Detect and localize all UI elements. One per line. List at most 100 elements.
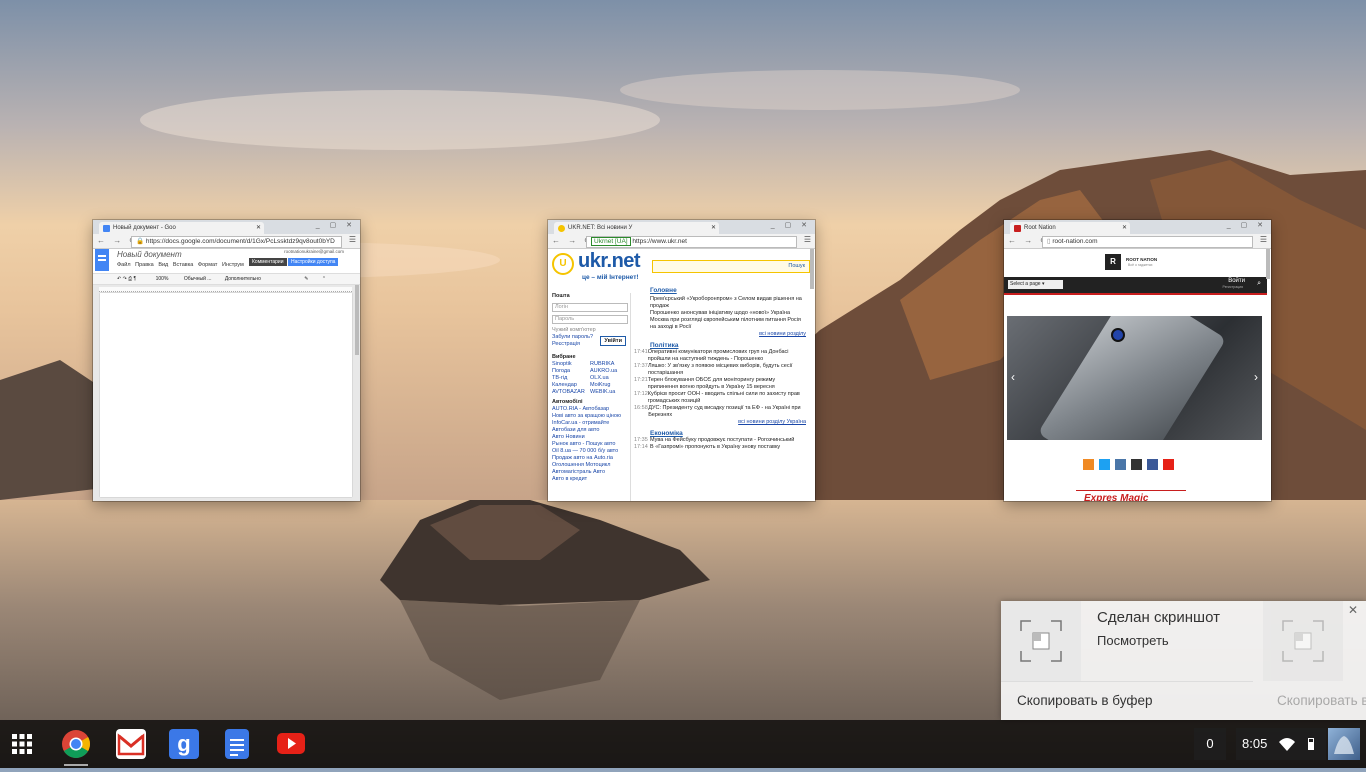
news-item[interactable]: Прем'єрський «Укроборонпром» з Селом вид… xyxy=(650,296,806,310)
scrollbar[interactable] xyxy=(810,249,814,289)
rss-icon[interactable] xyxy=(1083,459,1094,470)
news-item[interactable]: Ляшко: У зв'язку з появою місцевих вибор… xyxy=(648,363,806,377)
scrollbar[interactable] xyxy=(355,285,359,355)
pencil-icon[interactable]: ✎ xyxy=(304,276,308,282)
news-item[interactable]: Оперативні комунікатори промислових груп… xyxy=(648,349,806,363)
auto-link[interactable]: Oil 8.ua — 70 000 б/у авто xyxy=(552,448,628,455)
ukrnet-window[interactable]: UKR.NET: Всі новини У ✕ _ ▢ ✕ ← → ⟳ Ukrn… xyxy=(548,220,815,501)
window-controls[interactable]: _ ▢ ✕ xyxy=(771,221,811,229)
favorite-link[interactable]: MoiKrug xyxy=(590,382,628,389)
chrome-menu-icon[interactable]: ☰ xyxy=(1260,235,1267,244)
menu-file[interactable]: Файл xyxy=(117,262,131,268)
password-input[interactable]: Пароль xyxy=(552,315,628,324)
ukrnet-logo[interactable]: ukr.net xyxy=(578,250,641,273)
document-page[interactable] xyxy=(100,293,352,497)
style-select[interactable]: Обычный ... xyxy=(184,276,212,282)
youtube-icon[interactable] xyxy=(1163,459,1174,470)
auto-link[interactable]: Оголошення Мотоцикл xyxy=(552,462,628,469)
favorite-link[interactable]: AVTOBAZAR xyxy=(552,389,590,396)
news-item[interactable]: Кубрієв просит ООН - вводить спільні сил… xyxy=(648,391,806,405)
news-item[interactable]: Москва при розгляді європейським пілотни… xyxy=(650,317,806,331)
docs-titlebar[interactable]: Новый документ - Goo ✕ _ ▢ ✕ xyxy=(93,220,360,234)
auto-link[interactable]: Авто в кредит xyxy=(552,476,628,483)
favorite-link[interactable]: AUKRO.ua xyxy=(590,368,628,375)
auto-link[interactable]: Рынок авто - Пошук авто xyxy=(552,441,628,448)
gmail-icon[interactable] xyxy=(116,729,146,759)
slider-next-icon[interactable]: › xyxy=(1254,370,1258,384)
scrollbar[interactable] xyxy=(1266,249,1270,279)
favorite-link[interactable]: OLX.ua xyxy=(590,375,628,382)
search-icon[interactable]: ⌕ xyxy=(1257,280,1261,288)
more-news-link[interactable]: всі новини розділу Україна xyxy=(634,419,806,426)
news-section-title[interactable]: Головне xyxy=(650,287,806,294)
twitter-icon[interactable] xyxy=(1099,459,1110,470)
chrome-icon[interactable] xyxy=(61,729,91,759)
page-select[interactable]: Select a page ▾ xyxy=(1008,280,1063,289)
news-section-title[interactable]: Економіка xyxy=(650,430,806,437)
auto-link[interactable]: Автомагістраль Авто xyxy=(552,469,628,476)
google-search-icon[interactable]: g xyxy=(169,729,199,759)
news-item[interactable]: Терен блокування ОБСЄ для моніторингу ре… xyxy=(648,377,806,391)
close-tab-icon[interactable]: ✕ xyxy=(1122,222,1127,234)
docs-menu-bar[interactable]: Файл Правка Вид Вставка Формат Инструм xyxy=(117,262,244,268)
more-news-link[interactable]: всі новини розділу xyxy=(634,331,806,338)
docs-address-bar[interactable]: 🔒 https://docs.google.com/document/d/1Gx… xyxy=(131,236,342,248)
close-tab-icon[interactable]: ✕ xyxy=(711,222,716,234)
chrome-menu-icon[interactable]: ☰ xyxy=(349,235,356,244)
news-item[interactable]: Мува на Фейсбуку продовжує поступати - Р… xyxy=(650,437,794,444)
slider-prev-icon[interactable]: ‹ xyxy=(1011,370,1015,384)
close-tab-icon[interactable]: ✕ xyxy=(256,222,261,234)
ad-text[interactable]: Expres Magic xyxy=(1084,493,1148,501)
rootnation-address-bar[interactable]: ▯ root-nation.com xyxy=(1042,236,1253,248)
copy-to-clipboard-button[interactable]: Скопировать в буфер xyxy=(1017,693,1152,708)
news-item[interactable]: В «Газпромі» пропонують в Україну знову … xyxy=(650,444,780,451)
ukrnet-titlebar[interactable]: UKR.NET: Всі новини У ✕ _ ▢ ✕ xyxy=(548,220,815,234)
menu-insert[interactable]: Вставка xyxy=(173,262,193,268)
auto-link[interactable]: Продаж авто на Auto.ria xyxy=(552,455,628,462)
screenshot-thumbnail[interactable] xyxy=(1001,601,1081,681)
share-button[interactable]: Настройки доступа xyxy=(288,258,339,266)
auto-link[interactable]: Авто Новини xyxy=(552,434,628,441)
news-item[interactable]: ДУС: Президенту суд висадку позиції та Е… xyxy=(648,405,806,419)
notification-counter[interactable]: 0 xyxy=(1194,728,1226,760)
search-button[interactable]: Пошук xyxy=(788,263,805,269)
youtube-app-icon[interactable] xyxy=(277,733,305,754)
more-button[interactable]: Дополнительно xyxy=(225,276,261,282)
register-link[interactable]: Регистрация xyxy=(1223,285,1243,289)
docs-window[interactable]: Новый документ - Goo ✕ _ ▢ ✕ ← → ⟳ 🔒 htt… xyxy=(93,220,360,501)
favorite-link[interactable]: ТВ-гід xyxy=(552,375,590,382)
rootnation-tab[interactable]: Root Nation ✕ xyxy=(1010,222,1130,234)
doc-title[interactable]: Новый документ xyxy=(117,250,182,259)
account-email[interactable]: rootnationukraine@gmail.com xyxy=(284,249,344,254)
app-launcher-button[interactable] xyxy=(8,730,36,758)
ukrnet-tab[interactable]: UKR.NET: Всі новини У ✕ xyxy=(554,222,719,234)
favorite-link[interactable]: WEBIK.ua xyxy=(590,389,628,396)
news-item[interactable]: Порошенко анонсував ініціативу щодо «нов… xyxy=(650,310,806,317)
auto-link[interactable]: InfoCar.ua - отримайте xyxy=(552,420,628,427)
chrome-menu-icon[interactable]: ☰ xyxy=(804,235,811,244)
auto-link[interactable]: AUTO.RIA - Автобазар xyxy=(552,406,628,413)
rootnation-titlebar[interactable]: Root Nation ✕ _ ▢ ✕ xyxy=(1004,220,1271,234)
favorite-link[interactable]: Sinoptik xyxy=(552,361,590,368)
menu-format[interactable]: Формат xyxy=(198,262,218,268)
rootnation-brand[interactable]: ROOT NATION xyxy=(1126,257,1157,262)
rootnation-window[interactable]: Root Nation ✕ _ ▢ ✕ ← → ⟳ ▯ root-nation.… xyxy=(1004,220,1271,501)
favorite-link[interactable]: RUBRIKA xyxy=(590,361,628,368)
login-input[interactable]: Логін xyxy=(552,303,628,312)
comments-button[interactable]: Комментарии xyxy=(249,258,287,266)
status-tray[interactable]: 8:05 xyxy=(1236,728,1326,760)
favorite-link[interactable]: Погода xyxy=(552,368,590,375)
news-section-title[interactable]: Політика xyxy=(650,342,806,349)
google-plus-icon[interactable] xyxy=(1131,459,1142,470)
auto-link[interactable]: Автобази для авто xyxy=(552,427,628,434)
menu-edit[interactable]: Правка xyxy=(135,262,154,268)
window-controls[interactable]: _ ▢ ✕ xyxy=(316,221,356,229)
login-link[interactable]: Войти xyxy=(1228,278,1245,284)
login-button[interactable]: Увійти xyxy=(600,336,626,346)
undo-redo-print-icon[interactable]: ↶ ↷ ⎙ ¶ xyxy=(117,276,136,282)
favorite-link[interactable]: Календар xyxy=(552,382,590,389)
menu-tools[interactable]: Инструм xyxy=(222,262,244,268)
remember-checkbox[interactable]: Чужий комп'ютер xyxy=(552,327,628,334)
auto-link[interactable]: Нові авто за кращою ціною xyxy=(552,413,628,420)
docs-app-icon[interactable] xyxy=(225,729,249,759)
